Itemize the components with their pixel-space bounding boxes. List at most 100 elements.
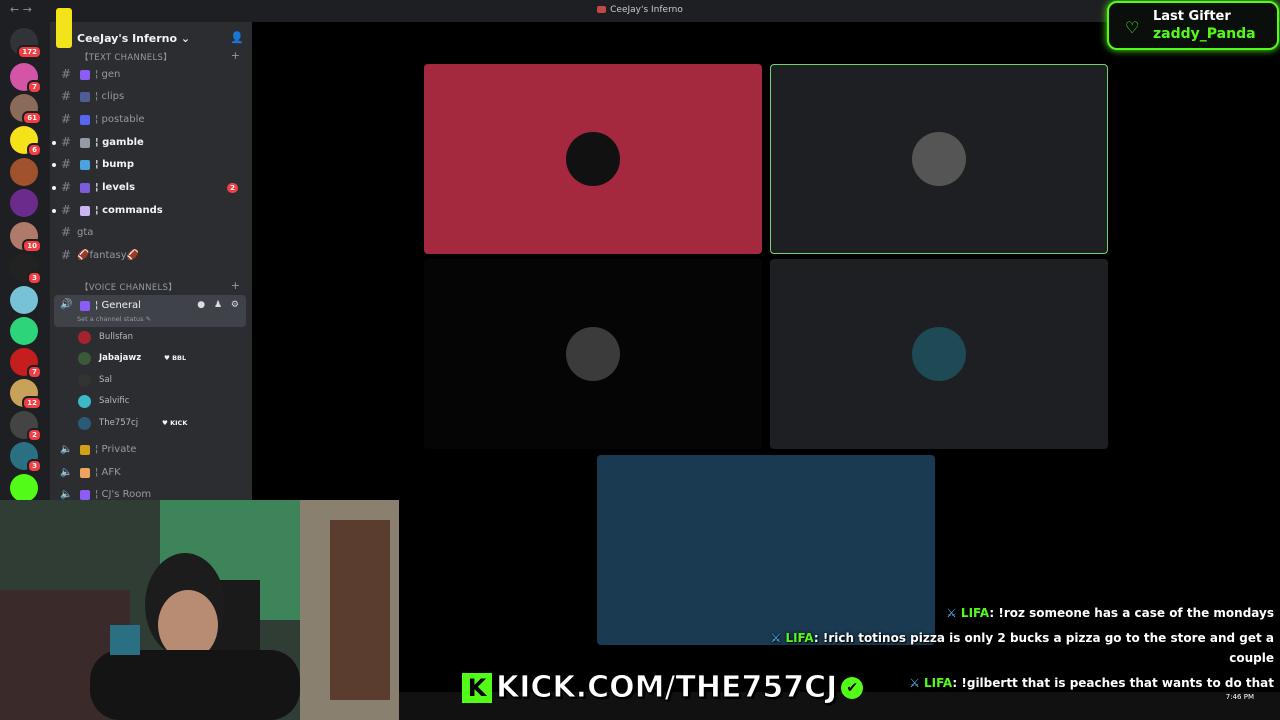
voice-channel-label: ¦ AFK — [95, 467, 121, 478]
voice-user[interactable]: Sal — [78, 372, 238, 390]
notification-badge: 7 — [27, 365, 42, 379]
kick-logo-icon: K — [462, 672, 492, 703]
heart-icon: ♡ — [1125, 18, 1140, 37]
server-icon-server-11[interactable]: 7 — [10, 348, 42, 379]
notification-badge: 61 — [22, 111, 42, 125]
sword-icon: ⚔ — [770, 631, 782, 645]
channel-label: gta — [77, 227, 94, 238]
speaker-icon: 🔈 — [60, 467, 73, 478]
server-icon-server-5[interactable] — [10, 158, 38, 186]
hash-icon: # — [61, 203, 72, 217]
notification-badge: 6 — [27, 143, 42, 157]
server-name[interactable]: CeeJay's Inferno ⌄ — [77, 32, 190, 45]
server-icon-discord-home[interactable]: 172 — [10, 28, 42, 59]
notification-badge: 12 — [22, 396, 42, 410]
voice-user-name: Salvific — [99, 396, 130, 406]
user-tag: ♥ KICK — [162, 419, 188, 427]
chat-text: : !rich totinos pizza is only 2 bucks a … — [813, 631, 1274, 645]
channel-item[interactable]: # ¦ commands — [52, 201, 244, 221]
sword-icon: ⚔ — [909, 676, 920, 690]
voice-user[interactable]: Bullsfan — [78, 329, 238, 347]
category-text-channels[interactable]: 【TEXT CHANNELS】 — [80, 51, 172, 63]
add-channel-icon[interactable]: + — [231, 49, 240, 62]
salvific-tile[interactable] — [770, 259, 1108, 449]
channel-label: 🏈fantasy🏈 — [77, 250, 140, 261]
channel-item[interactable]: # ¦ postable — [58, 110, 244, 130]
channel-emoji-icon — [80, 445, 90, 455]
category-voice-channels[interactable]: 【VOICE CHANNELS】 — [80, 281, 177, 293]
sword-icon: ⚔ — [946, 606, 957, 620]
channel-item[interactable]: # 🏈fantasy🏈 — [58, 246, 244, 266]
channel-emoji-icon — [80, 115, 90, 125]
channel-label: ¦ gamble — [95, 137, 144, 148]
channel-item[interactable]: # ¦ clips — [58, 87, 244, 107]
notification-badge: 3 — [27, 271, 42, 285]
server-icon-server-8[interactable]: 3 — [10, 254, 42, 285]
server-icon-server-15[interactable] — [10, 474, 38, 502]
channel-label: ¦ bump — [95, 159, 134, 170]
voice-channel-item[interactable]: 🔈 ¦ AFK — [58, 463, 244, 483]
chat-message: ⚔LIFA: !gilbertt that is peaches that wa… — [909, 676, 1274, 690]
server-icon-server-9[interactable] — [10, 286, 38, 314]
channel-status[interactable]: Set a channel status ✎ — [77, 315, 151, 323]
hash-icon: # — [61, 180, 72, 194]
server-icon-server-10[interactable] — [10, 317, 38, 345]
clock: 7:46 PM — [1225, 693, 1254, 701]
hash-icon: # — [61, 248, 72, 262]
avatar — [739, 523, 793, 577]
unread-dot — [52, 163, 56, 167]
server-icon-server-12[interactable]: 12 — [10, 379, 42, 410]
channel-emoji-icon — [80, 92, 90, 102]
jabajawz-tile[interactable] — [770, 64, 1108, 254]
the757cj-tile[interactable] — [597, 455, 935, 645]
channel-emoji-icon — [80, 160, 90, 170]
server-icon-server-2[interactable]: 7 — [10, 63, 42, 94]
server-icon-server-14[interactable]: 3 — [10, 442, 42, 473]
hash-icon: # — [61, 157, 72, 171]
channel-item[interactable]: # ¦ levels 2 — [52, 178, 244, 198]
voice-channel-item[interactable]: 🔈 ¦ Private — [58, 440, 244, 460]
channel-item[interactable]: # gta — [58, 223, 244, 243]
chat-message: couple — [1229, 651, 1274, 665]
voice-user[interactable]: Jabajawz ♥ BBL — [78, 350, 238, 368]
server-icon-server-7[interactable]: 10 — [10, 222, 42, 253]
channel-item[interactable]: # ¦ bump — [52, 155, 244, 175]
voice-user-name: Sal — [99, 375, 112, 385]
chat-text: : !roz someone has a case of the mondays — [989, 606, 1274, 620]
channel-emoji-icon — [80, 468, 90, 478]
notification-badge: 10 — [22, 239, 42, 253]
voice-user-name: Jabajawz — [99, 353, 142, 363]
sal-tile[interactable] — [424, 259, 762, 449]
avatar — [912, 132, 966, 186]
invite-icon[interactable]: 👤 — [230, 31, 244, 45]
channel-item[interactable]: # ¦ gen — [58, 65, 244, 85]
channel-label: ¦ levels — [95, 182, 136, 193]
voice-user[interactable]: The757cj ♥ KICK — [78, 415, 238, 433]
chat-username: LIFA — [960, 606, 990, 620]
notification-badge: 2 — [27, 428, 42, 442]
user-tag: ♥ BBL — [164, 354, 187, 362]
channel-tools[interactable]: ● ♟ ⚙ — [197, 300, 242, 310]
window-title: CeeJay's Inferno — [0, 5, 1280, 15]
server-icon-server-13[interactable]: 2 — [10, 411, 42, 442]
add-voice-channel-icon[interactable]: + — [231, 279, 240, 292]
channel-label: ¦ postable — [95, 114, 145, 125]
bullsfan-tile[interactable] — [424, 64, 762, 254]
mention-badge: 2 — [227, 183, 238, 193]
server-icon — [597, 6, 607, 13]
voice-user[interactable]: Salvific — [78, 393, 238, 411]
server-icon-server-6[interactable] — [10, 189, 38, 217]
voice-channel-general[interactable]: 🔊 ¦ General Set a channel status ✎ ● ♟ ⚙ — [54, 295, 246, 327]
avatar — [78, 395, 91, 408]
server-icon-server-3[interactable]: 61 — [10, 94, 42, 125]
chat-username: LIFA — [923, 676, 953, 690]
voice-channel-label: ¦ Private — [95, 444, 137, 455]
verified-icon: ✔ — [841, 676, 864, 699]
kick-banner: K KICK.COM/THE757CJ ✔ — [462, 670, 864, 708]
channel-item[interactable]: # ¦ gamble — [52, 133, 244, 153]
channel-label: ¦ commands — [95, 205, 163, 216]
webcam-feed — [0, 500, 399, 720]
unread-dot — [52, 209, 56, 213]
server-icon-server-4[interactable]: 6 — [10, 126, 42, 157]
chevron-down-icon: ⌄ — [180, 32, 191, 45]
